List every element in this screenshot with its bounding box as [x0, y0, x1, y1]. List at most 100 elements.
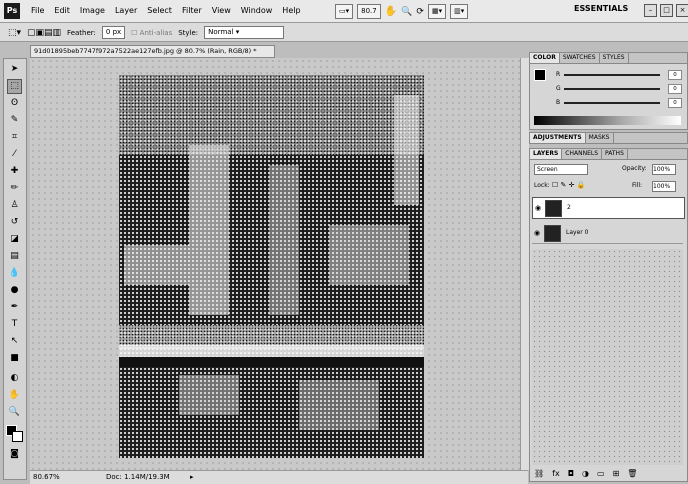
green-slider[interactable]: G 0: [556, 84, 682, 94]
layer-row-layer-0[interactable]: ◉ Layer 0: [532, 223, 683, 244]
blue-value[interactable]: 0: [668, 98, 682, 108]
link-layers-icon[interactable]: ⛓: [534, 469, 544, 478]
delete-layer-icon[interactable]: 🗑: [627, 469, 637, 478]
blend-mode-select[interactable]: Screen: [534, 164, 588, 175]
healing-brush-tool-icon[interactable]: ✚: [7, 164, 22, 179]
add-mask-icon[interactable]: ◘: [568, 469, 574, 478]
layers-panel: LAYERS CHANNELS PATHS Screen Opacity: 10…: [529, 148, 688, 482]
menu-window[interactable]: Window: [236, 5, 278, 17]
photoshop-logo: Ps: [4, 3, 20, 19]
tab-swatches[interactable]: SWATCHES: [560, 53, 600, 63]
maximize-button[interactable]: □: [660, 4, 673, 17]
status-doc-size[interactable]: Doc: 1.14M/19.3M: [106, 471, 170, 484]
history-brush-tool-icon[interactable]: ↺: [7, 215, 22, 230]
shape-tool-icon[interactable]: ■: [7, 351, 22, 366]
green-value[interactable]: 0: [668, 84, 682, 94]
move-tool-icon[interactable]: ➤: [7, 62, 22, 77]
fill-input[interactable]: 100%: [652, 181, 676, 192]
tab-paths[interactable]: PATHS: [602, 149, 628, 159]
extras-button[interactable]: ▥▾: [450, 4, 469, 19]
path-selection-tool-icon[interactable]: ↖: [7, 334, 22, 349]
eraser-tool-icon[interactable]: ◪: [7, 232, 22, 247]
feather-input[interactable]: 0 px: [101, 26, 126, 39]
blend-mode-value: Screen: [537, 166, 558, 173]
menu-help[interactable]: Help: [277, 5, 305, 17]
menu-file[interactable]: File: [26, 5, 49, 17]
layers-panel-tabs: LAYERS CHANNELS PATHS: [530, 149, 687, 160]
tab-masks[interactable]: MASKS: [586, 133, 614, 143]
status-arrow-icon[interactable]: ▸: [190, 471, 194, 484]
window-controls: – □ ×: [644, 4, 688, 17]
tab-channels[interactable]: CHANNELS: [562, 149, 603, 159]
status-bar: 80.67% Doc: 1.14M/19.3M ▸: [30, 470, 528, 484]
quick-selection-tool-icon[interactable]: ✎: [7, 113, 22, 128]
minimize-button[interactable]: –: [644, 4, 657, 17]
eye-icon[interactable]: ◉: [535, 204, 541, 212]
menu-select[interactable]: Select: [142, 5, 177, 17]
tab-layers[interactable]: LAYERS: [530, 149, 563, 159]
dodge-tool-icon[interactable]: ●: [7, 283, 22, 298]
selection-mode-icons[interactable]: ▢▣▤▥: [27, 28, 61, 38]
clone-stamp-tool-icon[interactable]: ♙: [7, 198, 22, 213]
opacity-input[interactable]: 100%: [652, 164, 676, 175]
vertical-scrollbar[interactable]: [520, 58, 529, 470]
menu-filter[interactable]: Filter: [177, 5, 207, 17]
color-panel: COLOR SWATCHES STYLES R 0 G 0 B 0: [529, 52, 688, 130]
red-value[interactable]: 0: [668, 70, 682, 80]
marquee-tool-icon[interactable]: ⬚: [7, 79, 22, 94]
halftone-street-scene: [119, 75, 424, 458]
layer-thumbnail: [545, 200, 562, 217]
3d-rotate-tool-icon[interactable]: ◐: [7, 371, 22, 386]
status-zoom[interactable]: 80.67%: [33, 471, 60, 484]
layers-panel-footer: ⛓ fx ◘ ◑ ▭ ⊞ 🗑: [534, 467, 684, 479]
brush-tool-icon[interactable]: ✏: [7, 181, 22, 196]
pen-tool-icon[interactable]: ✒: [7, 300, 22, 315]
zoom-level-field[interactable]: 80.7: [357, 4, 381, 19]
adjustment-layer-icon[interactable]: ◑: [582, 469, 589, 478]
layer-style-icon[interactable]: fx: [552, 469, 560, 478]
hand-tool-icon[interactable]: ✋: [385, 6, 397, 17]
anti-alias-checkbox[interactable]: ☐ Anti-alias: [131, 29, 172, 37]
layer-name[interactable]: Layer 0: [566, 229, 588, 236]
layer-name[interactable]: 2: [567, 204, 571, 211]
red-slider[interactable]: R 0: [556, 70, 682, 80]
background-color-swatch[interactable]: [12, 431, 23, 442]
quick-mask-icon[interactable]: ◙: [7, 447, 22, 462]
document-tab[interactable]: 91d01895beb7747f972a7522ae127efb.jpg @ 8…: [30, 45, 275, 58]
eye-icon[interactable]: ◉: [534, 229, 540, 237]
rotate-view-icon[interactable]: ⟳: [416, 7, 424, 17]
feather-label: Feather:: [67, 28, 96, 37]
options-items: ⬚▾ ▢▣▤▥ Feather: 0 px ☐ Anti-alias Style…: [8, 26, 285, 39]
arrange-documents-button[interactable]: ▦▾: [427, 4, 447, 19]
hand-tool-icon-2[interactable]: ✋: [7, 388, 22, 403]
tab-adjustments[interactable]: ADJUSTMENTS: [530, 133, 586, 143]
menu-view[interactable]: View: [207, 5, 236, 17]
menu-layer[interactable]: Layer: [110, 5, 142, 17]
lock-icons[interactable]: ☐ ✎ ✛ 🔒: [552, 181, 585, 189]
close-button[interactable]: ×: [676, 4, 688, 17]
gradient-tool-icon[interactable]: ▤: [7, 249, 22, 264]
blur-tool-icon[interactable]: 💧: [7, 266, 22, 281]
menu-image[interactable]: Image: [75, 5, 110, 17]
workspace-switcher[interactable]: ESSENTIALS: [574, 4, 628, 13]
document-image[interactable]: [119, 75, 424, 458]
zoom-tool-icon[interactable]: 🔍: [401, 7, 412, 17]
color-panel-foreground-swatch[interactable]: [534, 69, 546, 81]
screen-mode-button[interactable]: ▭▾: [335, 4, 354, 19]
tab-styles[interactable]: STYLES: [600, 53, 629, 63]
blue-slider[interactable]: B 0: [556, 98, 682, 108]
style-select[interactable]: Normal ▾: [204, 26, 285, 39]
zoom-tool-icon-2[interactable]: 🔍: [7, 405, 22, 420]
tab-color[interactable]: COLOR: [530, 53, 560, 63]
menu-edit[interactable]: Edit: [49, 5, 75, 17]
tool-preset-icon[interactable]: ⬚▾: [8, 28, 21, 38]
color-ramp[interactable]: [534, 116, 681, 125]
new-group-icon[interactable]: ▭: [597, 469, 605, 478]
eyedropper-tool-icon[interactable]: ⁄: [7, 147, 22, 162]
new-layer-icon[interactable]: ⊞: [613, 469, 620, 478]
lasso-tool-icon[interactable]: ʘ: [7, 96, 22, 111]
blue-label: B: [556, 99, 561, 106]
type-tool-icon[interactable]: T: [7, 317, 22, 332]
crop-tool-icon[interactable]: ⌗: [7, 130, 22, 145]
layer-row-2[interactable]: ◉ 2: [532, 197, 685, 219]
